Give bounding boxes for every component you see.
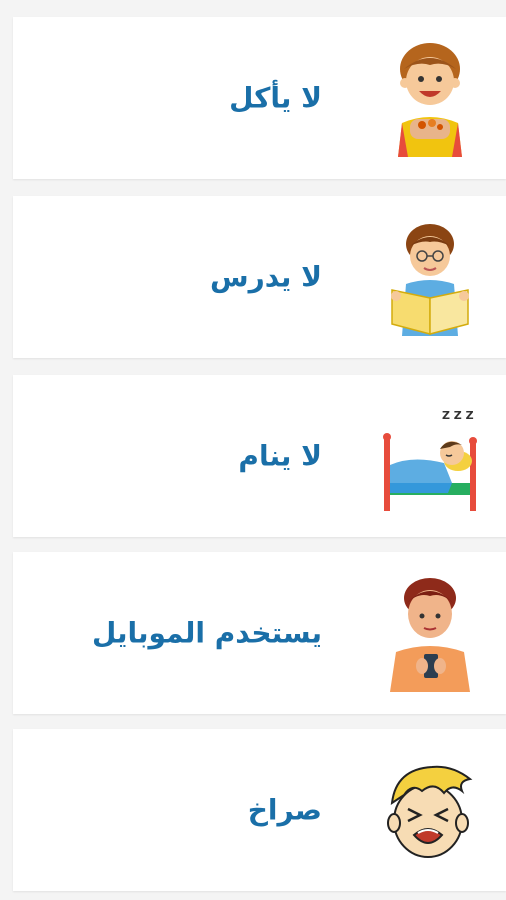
activity-label: لا يدرس (209, 260, 322, 294)
boy-using-phone-icon (382, 574, 478, 692)
svg-text:Z Z Z: Z Z Z (442, 409, 474, 422)
activity-label: صراخ (247, 793, 322, 827)
activity-card-screaming[interactable]: صراخ (13, 729, 506, 891)
boy-screaming-icon (382, 751, 478, 869)
activity-label: يستخدم الموبايل (91, 616, 322, 650)
activity-card-not-studying[interactable]: لا يدرس (13, 196, 506, 358)
activity-card-not-eating[interactable]: لا يأكل (13, 17, 506, 179)
activity-list: لا يأكل لا يدرس لا ينام Z Z Z يستخدم الم… (0, 0, 506, 900)
boy-reading-icon (382, 218, 478, 336)
boy-sleeping-icon: Z Z Z (382, 397, 478, 515)
activity-card-using-phone[interactable]: يستخدم الموبايل (13, 552, 506, 714)
activity-card-not-sleeping[interactable]: لا ينام Z Z Z (13, 375, 506, 537)
activity-label: لا يأكل (229, 81, 322, 115)
activity-label: لا ينام (238, 439, 322, 473)
boy-eating-icon (382, 39, 478, 157)
